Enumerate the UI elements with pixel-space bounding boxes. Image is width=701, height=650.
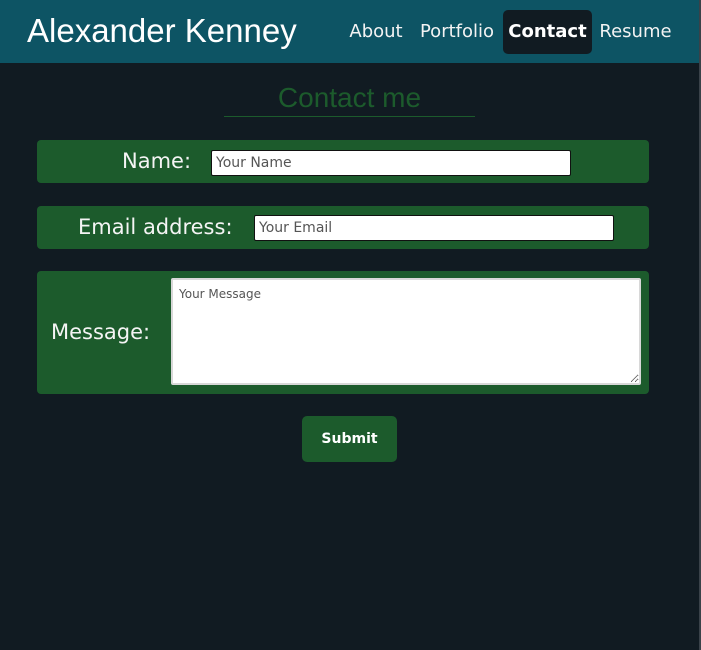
message-label: Message: [51,320,151,344]
nav-link-portfolio[interactable]: Portfolio [415,10,499,54]
name-field-row: Name: [37,140,649,183]
submit-button[interactable]: Submit [302,416,397,462]
email-field-row: Email address: [37,206,649,249]
site-header: Alexander Kenney About Portfolio Contact… [0,0,699,63]
name-label: Name: [122,149,192,173]
site-title: Alexander Kenney [27,12,297,49]
nav-link-about[interactable]: About [344,10,408,54]
name-input[interactable] [211,150,571,176]
nav-link-contact[interactable]: Contact [503,10,592,54]
contact-heading: Contact me [224,80,475,117]
email-label: Email address: [78,215,233,239]
nav-link-resume[interactable]: Resume [597,10,674,54]
message-field-row: Message: [37,271,649,394]
email-input[interactable] [254,215,614,241]
message-textarea[interactable] [171,278,641,385]
